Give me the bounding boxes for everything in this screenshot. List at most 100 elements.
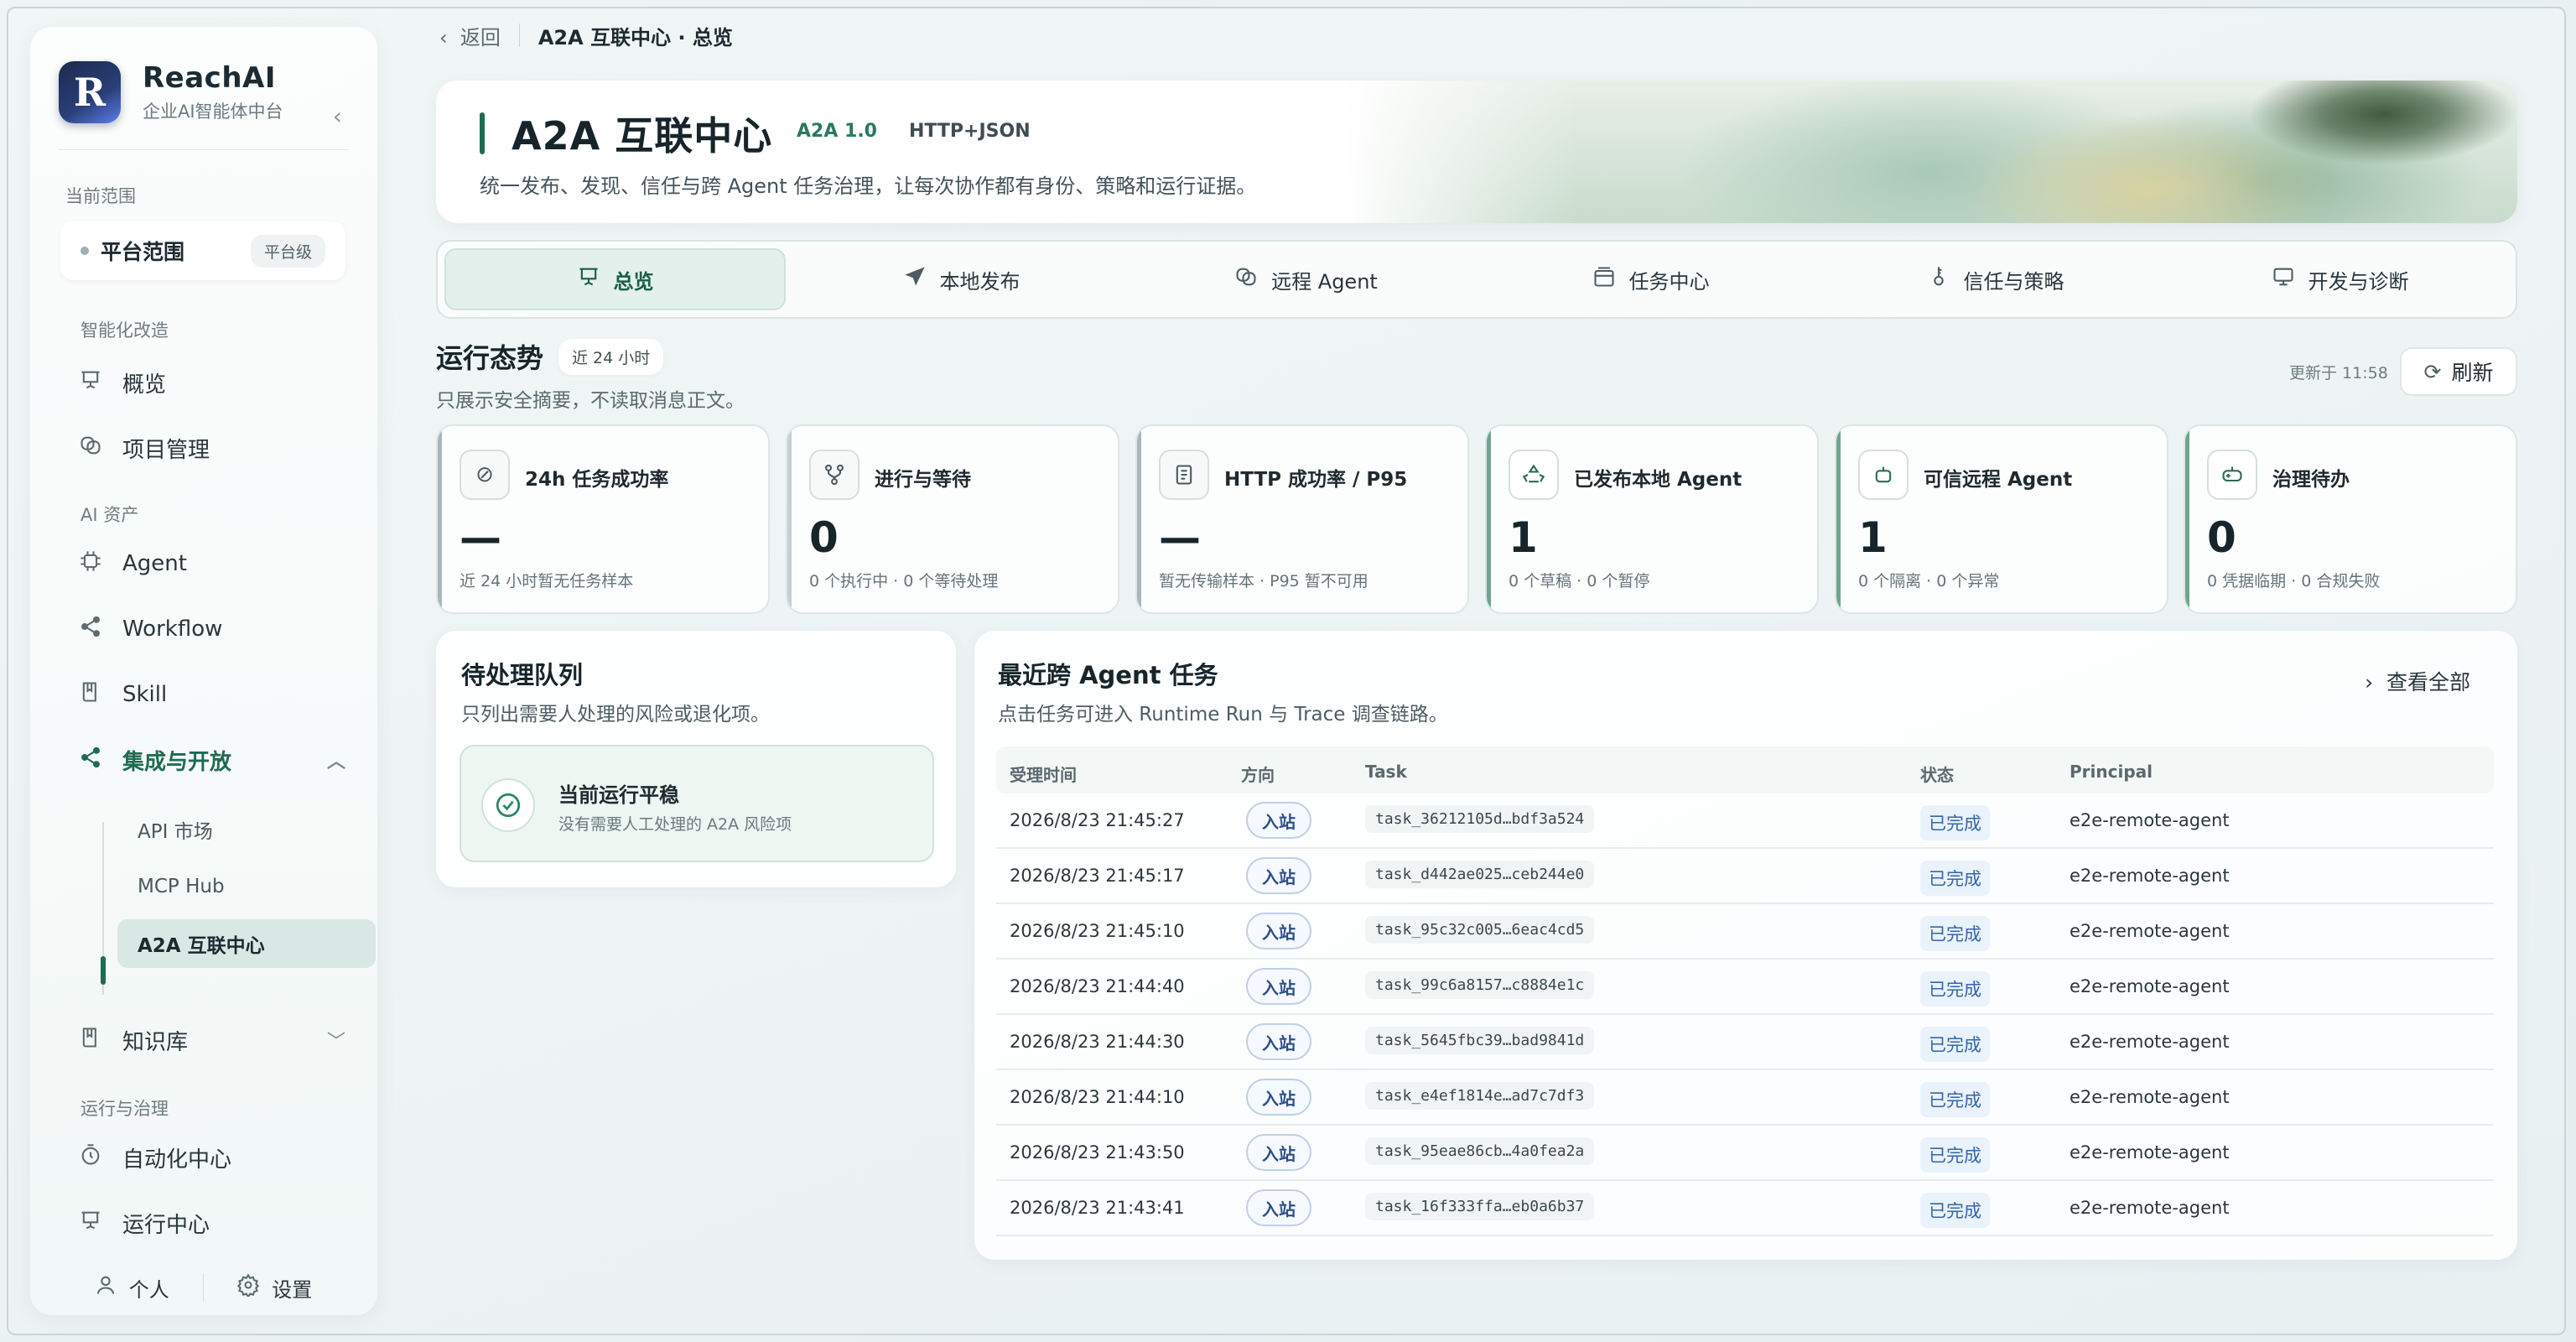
direction-badge: 入站 [1246, 857, 1311, 894]
collapse-sidebar-icon[interactable]: ‹ [333, 102, 342, 130]
tab-overview[interactable]: 总览 [444, 248, 786, 310]
sidebar-item-integration[interactable]: 集成与开放 ︿ [77, 736, 362, 783]
presentation-icon [77, 368, 104, 398]
cell-time: 2026/8/23 21:43:50 [1010, 1142, 1185, 1163]
brand-name: ReachAI [143, 61, 277, 95]
sidebar-item-runtime[interactable]: 运行中心 [77, 1199, 362, 1246]
tab-label: 信任与策略 [1963, 269, 2064, 294]
all-clear-notice: 当前运行平稳 没有需要人工处理的 A2A 风险项 [460, 745, 934, 862]
status-badge: 已完成 [1920, 1082, 1990, 1117]
table-row[interactable]: 2026/8/23 21:44:40 入站 task_99c6a8157…c8884… [996, 960, 2494, 1015]
sidebar-item-agent[interactable]: Agent [77, 540, 362, 587]
check-circle-icon [481, 778, 535, 832]
kpi-card-success-rate[interactable]: ⊘ 24h 任务成功率 — 近 24 小时暂无任务样本 [436, 424, 770, 614]
table-row[interactable]: 2026/8/23 21:44:30 入站 task_5645fbc39…bad98… [996, 1015, 2494, 1070]
sidebar-subitem-api-market[interactable]: API 市场 [117, 805, 376, 854]
kpi-sub: 近 24 小时暂无任务样本 [460, 572, 634, 590]
kpi-card-local-agent[interactable]: 已发布本地 Agent 1 0 个草稿 · 0 个暂停 [1485, 424, 1819, 614]
sidebar-subitem-label: MCP Hub [138, 876, 225, 897]
cell-principal: e2e-remote-agent [2070, 976, 2230, 996]
back-link[interactable]: ‹ 返回 [439, 21, 501, 50]
status-badge: 已完成 [1920, 1027, 1990, 1062]
group-label: 运行与治理 [80, 1099, 169, 1119]
task-id[interactable]: task_95c32c005…6eac4cd5 [1365, 916, 1595, 944]
task-id[interactable]: task_36212105d…bdf3a524 [1365, 805, 1595, 833]
cell-principal: e2e-remote-agent [2070, 1142, 2230, 1163]
kpi-label: HTTP 成功率 / P95 [1224, 469, 1408, 491]
status-badge: 已完成 [1920, 861, 1990, 896]
sidebar-subitem-mcp-hub[interactable]: MCP Hub [117, 862, 376, 911]
settings-button[interactable]: 设置 [204, 1272, 346, 1303]
kpi-card-in-progress[interactable]: 进行与等待 0 0 个执行中 · 0 个等待处理 [786, 424, 1119, 614]
kpi-card-http[interactable]: HTTP 成功率 / P95 — 暂无传输样本 · P95 暂不可用 [1135, 424, 1469, 614]
cell-time: 2026/8/23 21:44:10 [1010, 1087, 1185, 1107]
direction-badge: 入站 [1246, 913, 1311, 949]
sidebar-item-knowledge[interactable]: 知识库 ﹀ [77, 1017, 362, 1064]
sidebar-item-automation[interactable]: 自动化中心 [77, 1134, 362, 1181]
sidebar-item-workflow[interactable]: Workflow [77, 606, 362, 653]
task-id[interactable]: task_e4ef1814e…ad7c7df3 [1365, 1082, 1595, 1110]
task-id[interactable]: task_d442ae025…ceb244e0 [1365, 861, 1595, 888]
kpi-value: 1 [1509, 513, 1538, 562]
view-all-link[interactable]: › 查看全部 [2365, 666, 2470, 696]
kpi-value: — [1159, 513, 1201, 562]
task-id[interactable]: task_16f333ffa…eb0a6b37 [1365, 1193, 1595, 1220]
chip-icon [77, 549, 104, 579]
cell-principal: e2e-remote-agent [2070, 921, 2230, 941]
tab-local-publish[interactable]: 本地发布 [792, 248, 1130, 310]
notice-title: 当前运行平稳 [558, 783, 679, 807]
scope-name: 平台范围 [101, 240, 185, 264]
scope-selector[interactable]: 平台范围 平台级 [60, 221, 345, 280]
card-edge [2185, 426, 2189, 612]
table-row[interactable]: 2026/8/23 21:45:17 入站 task_d442ae025…ceb24… [996, 849, 2494, 904]
tab-trust-policy[interactable]: 信任与策略 [1826, 248, 2164, 310]
cell-time: 2026/8/23 21:45:27 [1010, 810, 1185, 830]
kpi-label: 治理待办 [2272, 469, 2350, 491]
projects-icon [77, 434, 104, 463]
section-title: 运行态势 [436, 342, 544, 374]
sidebar-item-projects[interactable]: 项目管理 [77, 424, 362, 471]
kpi-card-remote-agent[interactable]: 可信远程 Agent 1 0 个隔离 · 0 个异常 [1835, 424, 2168, 614]
table-row[interactable]: 2026/8/23 21:45:10 入站 task_95c32c005…6eac4… [996, 904, 2494, 960]
card-edge [1487, 426, 1491, 612]
divider [59, 149, 349, 150]
cell-principal: e2e-remote-agent [2070, 1087, 2230, 1107]
time-range-chip: 近 24 小时 [558, 339, 664, 375]
hero-banner: A2A 互联中心 A2A 1.0 HTTP+JSON 统一发布、发现、信任与跨 … [436, 81, 2517, 223]
sidebar-item-label: 概览 [122, 372, 167, 398]
reachai-logo: R [59, 61, 121, 123]
direction-badge: 入站 [1246, 1023, 1311, 1060]
task-id[interactable]: task_99c6a8157…c8884e1c [1365, 971, 1595, 999]
sidebar-subitem-a2a[interactable]: A2A 互联中心 [117, 919, 376, 968]
tab-label: 总览 [613, 269, 654, 294]
tab-remote-agent[interactable]: 远程 Agent [1137, 248, 1475, 310]
status-badge: 已完成 [1920, 971, 1990, 1006]
inbox-icon [1592, 265, 1616, 294]
kpi-label: 可信远程 Agent [1924, 469, 2073, 491]
protocol-tag: HTTP+JSON [909, 121, 1031, 142]
kpi-card-governance[interactable]: 治理待办 0 0 凭据临期 · 0 合规失败 [2184, 424, 2517, 614]
scope-badge: 平台级 [250, 234, 325, 268]
tab-dev-diag[interactable]: 开发与诊断 [2171, 248, 2509, 310]
active-indicator [101, 956, 106, 985]
task-id[interactable]: task_95eae86cb…4a0fea2a [1365, 1137, 1595, 1165]
sidebar-item-label: Workflow [122, 616, 223, 642]
gear-icon [236, 1272, 260, 1303]
refresh-button[interactable]: ⟳ 刷新 [2400, 347, 2517, 396]
sidebar: R ReachAI 企业AI智能体中台 ‹ 当前范围 平台范围 平台级 智能化改… [30, 27, 377, 1315]
direction-badge: 入站 [1246, 1134, 1311, 1171]
tab-label: 本地发布 [939, 269, 1021, 294]
tab-task-center[interactable]: 任务中心 [1482, 248, 1820, 310]
table-row[interactable]: 2026/8/23 21:43:50 入站 task_95eae86cb…4a0fe… [996, 1126, 2494, 1181]
sidebar-item-overview[interactable]: 概览 [77, 359, 362, 406]
task-id[interactable]: task_5645fbc39…bad9841d [1365, 1027, 1595, 1054]
personal-button[interactable]: 个人 [60, 1273, 203, 1303]
table-row[interactable]: 2026/8/23 21:43:41 入站 task_16f333ffa…eb0a6… [996, 1181, 2494, 1236]
brand[interactable]: R ReachAI 企业AI智能体中台 [59, 59, 283, 126]
kpi-label: 进行与等待 [875, 469, 971, 491]
sidebar-item-skill[interactable]: Skill [77, 671, 362, 718]
table-row[interactable]: 2026/8/23 21:45:27 入站 task_36212105d…bdf3a… [996, 793, 2494, 849]
robot-icon [1858, 450, 1909, 500]
table-row[interactable]: 2026/8/23 21:44:10 入站 task_e4ef1814e…ad7c7… [996, 1070, 2494, 1126]
monitor-icon [2272, 265, 2295, 294]
